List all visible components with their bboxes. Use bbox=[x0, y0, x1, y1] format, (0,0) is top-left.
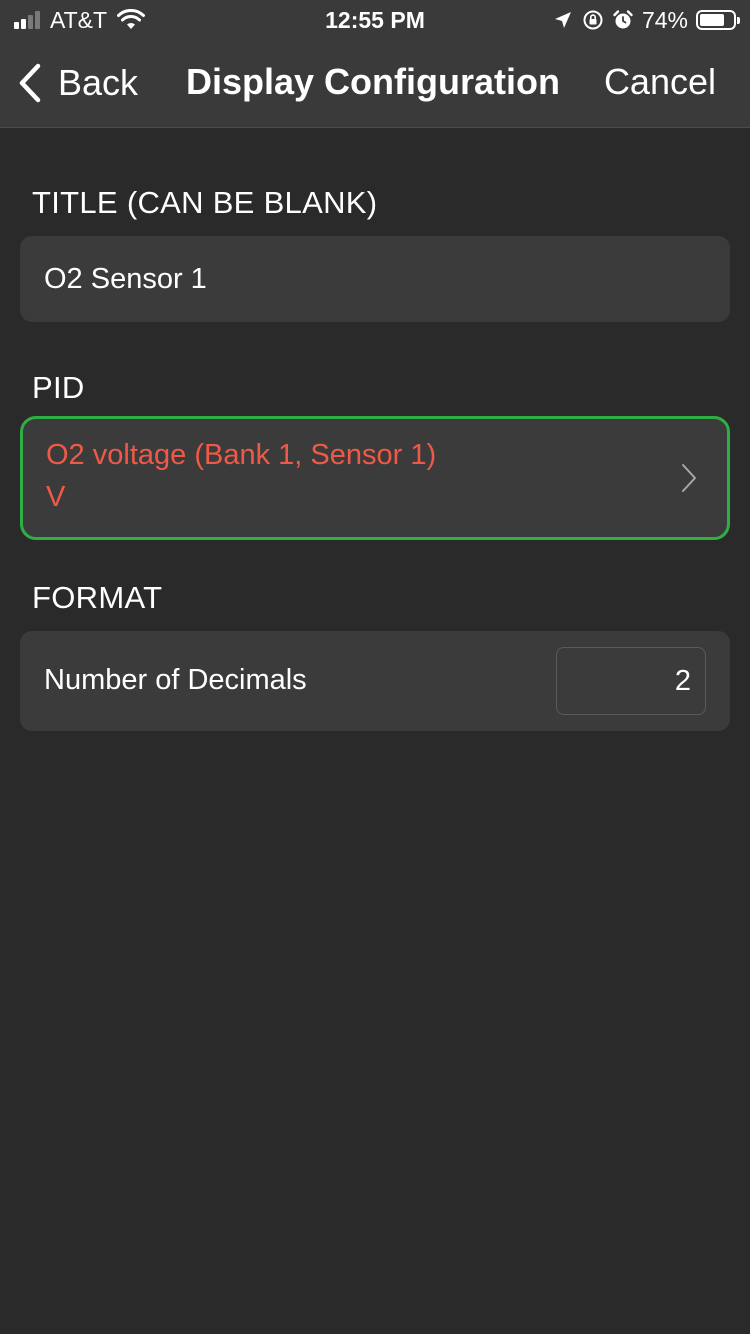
pid-section-header: PID bbox=[32, 370, 85, 405]
pid-name: O2 voltage (Bank 1, Sensor 1) bbox=[46, 439, 437, 471]
orientation-lock-icon bbox=[583, 10, 603, 30]
back-label: Back bbox=[58, 62, 139, 103]
status-bar: AT&T 12:55 PM 74% bbox=[0, 0, 750, 40]
pid-selector[interactable]: O2 voltage (Bank 1, Sensor 1) V bbox=[20, 416, 730, 540]
battery-icon bbox=[696, 10, 740, 30]
format-card: Number of Decimals bbox=[20, 631, 730, 731]
back-button[interactable]: Back bbox=[16, 60, 138, 106]
battery-percent: 74% bbox=[641, 6, 688, 33]
chevron-right-icon bbox=[682, 464, 696, 492]
title-card bbox=[20, 236, 730, 322]
pid-unit: V bbox=[46, 481, 66, 513]
navigation-bar: Back Display Configuration Cancel bbox=[0, 40, 750, 128]
chevron-left-icon bbox=[19, 63, 41, 103]
page-title: Display Configuration bbox=[186, 61, 561, 102]
battery-level bbox=[700, 14, 724, 26]
location-arrow-icon bbox=[554, 12, 571, 28]
decimals-label: Number of Decimals bbox=[44, 664, 307, 696]
title-section-header: TITLE (CAN BE BLANK) bbox=[32, 185, 378, 220]
status-right: 74% bbox=[552, 6, 740, 34]
cancel-button[interactable]: Cancel bbox=[604, 61, 716, 103]
title-input[interactable] bbox=[44, 236, 684, 322]
alarm-icon bbox=[613, 10, 633, 29]
format-section-header: FORMAT bbox=[32, 580, 163, 615]
decimals-input[interactable] bbox=[556, 647, 706, 715]
